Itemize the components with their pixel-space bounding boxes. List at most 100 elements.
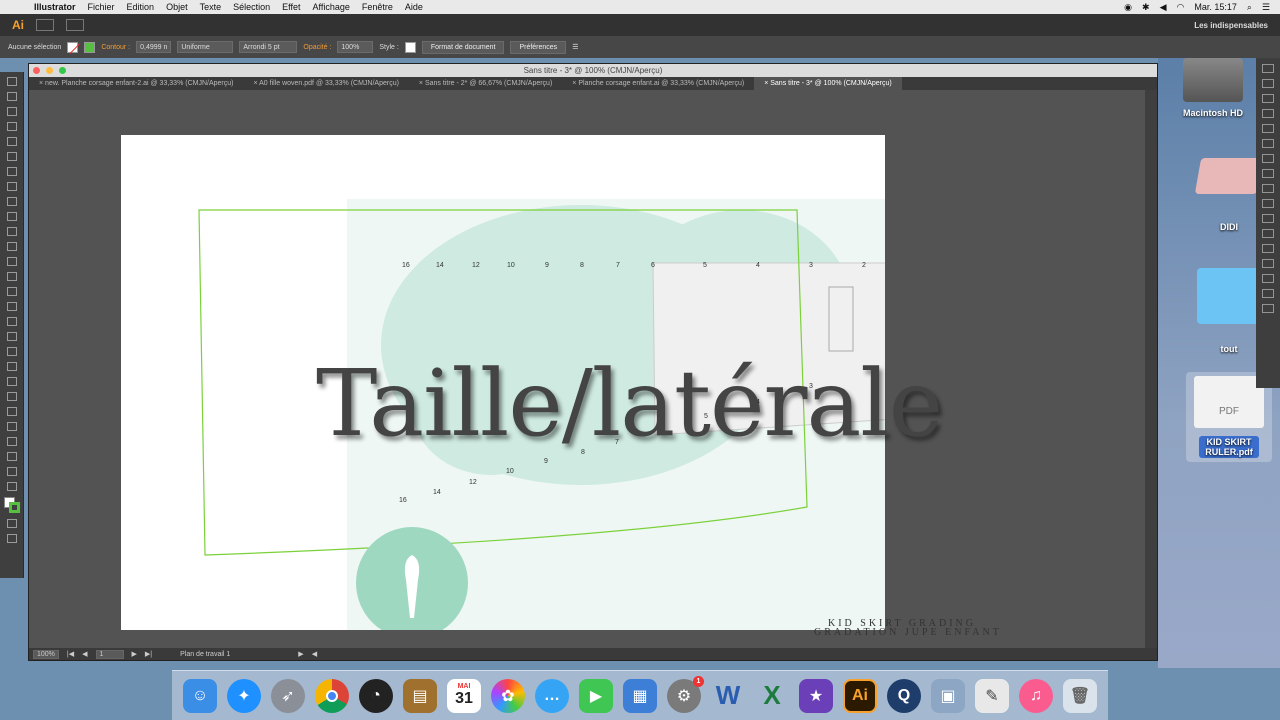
stroke-swatch-tool[interactable]	[8, 502, 20, 513]
appearance-icon[interactable]	[1262, 184, 1274, 193]
menu-list-icon[interactable]: ☰	[1262, 2, 1270, 13]
stroke-swatch[interactable]	[84, 41, 96, 53]
minimize-window-button[interactable]	[46, 67, 53, 74]
zoom-select[interactable]: 100%	[33, 649, 59, 659]
gradient-icon[interactable]	[1262, 154, 1274, 163]
drawing-modes-icon[interactable]	[6, 519, 17, 528]
next-artboard-icon[interactable]: ▶	[132, 650, 137, 658]
last-artboard-icon[interactable]: ▶|	[145, 650, 152, 658]
graph-tool-icon[interactable]	[6, 422, 17, 431]
zoom-tool-icon[interactable]	[6, 482, 17, 491]
vertical-scrollbar[interactable]	[1145, 90, 1157, 648]
status-arrow-icon[interactable]: ▶	[298, 650, 303, 658]
symbol-sprayer-tool-icon[interactable]	[6, 407, 17, 416]
dock-notes[interactable]: ▤	[403, 678, 437, 713]
pathfinder-icon[interactable]	[1262, 289, 1274, 298]
selection-tool-icon[interactable]	[6, 77, 17, 86]
first-artboard-icon[interactable]: |◀	[67, 650, 74, 658]
doc-tab[interactable]: × Planche corsage enfant.ai @ 33,33% (CM…	[562, 77, 754, 90]
layers-icon[interactable]	[1262, 214, 1274, 223]
width-tool-icon[interactable]	[6, 287, 17, 296]
shape-builder-tool-icon[interactable]	[6, 317, 17, 326]
artboard-tool-icon[interactable]	[6, 437, 17, 446]
dock-excel[interactable]: X	[755, 679, 789, 713]
search-icon[interactable]: ⌕	[1247, 2, 1252, 13]
contour-label[interactable]: Contour :	[101, 44, 130, 51]
doc-tab[interactable]: × A0 fille woven.pdf @ 33,33% (CMJN/Aper…	[243, 77, 408, 90]
lasso-tool-icon[interactable]	[6, 122, 17, 131]
dock-quicktime[interactable]: Q	[887, 678, 921, 713]
dock-preview[interactable]: ▣	[931, 678, 965, 713]
dock-launchpad[interactable]: ➶	[271, 678, 305, 713]
pen-tool-icon[interactable]	[6, 137, 17, 146]
menu-edition[interactable]: Edition	[121, 2, 161, 12]
menu-affichage[interactable]: Affichage	[306, 2, 355, 12]
mesh-tool-icon[interactable]	[6, 347, 17, 356]
panel-menu-icon[interactable]: ☰	[572, 43, 578, 51]
dock-illustrator[interactable]: Ai	[843, 678, 877, 713]
eyedropper-tool-icon[interactable]	[6, 377, 17, 386]
dock-photos[interactable]: ✿	[491, 678, 525, 713]
doc-tab[interactable]: × new. Planche corsage enfant-2.ai @ 33,…	[29, 77, 243, 90]
dock-textedit[interactable]: ✎	[975, 678, 1009, 713]
bridge-button[interactable]	[36, 19, 54, 31]
blob-brush-tool-icon[interactable]	[6, 227, 17, 236]
type-tool-icon[interactable]	[6, 152, 17, 161]
close-window-button[interactable]	[33, 67, 40, 74]
volume-icon[interactable]: ◀	[1160, 2, 1167, 13]
perspective-grid-tool-icon[interactable]	[6, 332, 17, 341]
opacity-field[interactable]: 100%	[337, 41, 374, 53]
dock-keynote[interactable]: ▦	[623, 678, 657, 713]
blend-tool-icon[interactable]	[6, 392, 17, 401]
dock-chrome[interactable]	[315, 678, 349, 713]
fill-swatch[interactable]	[67, 41, 79, 53]
screen-mode-icon[interactable]	[6, 534, 17, 543]
align-icon[interactable]	[1262, 274, 1274, 283]
artboard[interactable]: 16 14 12 10 9 8 7 6 5 4 3 2 16 14 12 10 …	[121, 135, 999, 638]
slice-tool-icon[interactable]	[6, 452, 17, 461]
dock-messages[interactable]: …	[535, 678, 569, 713]
wifi-icon[interactable]: ◠	[1176, 2, 1184, 13]
hand-tool-icon[interactable]	[6, 467, 17, 476]
paintbrush-tool-icon[interactable]	[6, 197, 17, 206]
menu-texte[interactable]: Texte	[194, 2, 228, 12]
dock-word[interactable]: W	[711, 679, 745, 713]
scroll-left-icon[interactable]: ◀	[312, 650, 317, 658]
paragraph-icon[interactable]	[1262, 259, 1274, 268]
menu-fenetre[interactable]: Fenêtre	[356, 2, 399, 12]
transform-icon[interactable]	[1262, 304, 1274, 313]
arrange-documents-button[interactable]	[66, 19, 84, 31]
scale-tool-icon[interactable]	[6, 272, 17, 281]
artwork-title[interactable]: Taille/latérale	[316, 350, 943, 457]
document-setup-button[interactable]: Format de document	[421, 40, 505, 54]
stroke-weight-field[interactable]: 0,4999 n	[136, 41, 172, 53]
clock[interactable]: Mar. 15:17	[1194, 2, 1237, 12]
zoom-window-button[interactable]	[59, 67, 66, 74]
stroke-panel-icon[interactable]	[1262, 139, 1274, 148]
desktop-item-macintosh-hd[interactable]: Macintosh HD	[1168, 58, 1258, 118]
brush-select[interactable]: Arrondi 5 pt	[239, 41, 298, 53]
brushes-icon[interactable]	[1262, 109, 1274, 118]
rotate-tool-icon[interactable]	[6, 257, 17, 266]
dock-imovie[interactable]: ★	[799, 678, 833, 713]
color-guide-icon[interactable]	[1262, 79, 1274, 88]
menu-aide[interactable]: Aide	[399, 2, 429, 12]
dock-trash[interactable]: 🗑	[1063, 678, 1097, 713]
color-panel-icon[interactable]	[1262, 64, 1274, 73]
transparency-icon[interactable]	[1262, 169, 1274, 178]
style-swatch[interactable]	[404, 41, 416, 53]
artboard-number[interactable]: 1	[95, 649, 124, 659]
prev-artboard-icon[interactable]: ◀	[82, 650, 87, 658]
character-icon[interactable]	[1262, 244, 1274, 253]
menu-fichier[interactable]: Fichier	[82, 2, 121, 12]
menu-selection[interactable]: Sélection	[227, 2, 276, 12]
artboards-icon[interactable]	[1262, 229, 1274, 238]
magic-wand-tool-icon[interactable]	[6, 107, 17, 116]
gradient-tool-icon[interactable]	[6, 362, 17, 371]
opacity-label[interactable]: Opacité :	[303, 44, 331, 51]
pencil-tool-icon[interactable]	[6, 212, 17, 221]
menu-illustrator[interactable]: Illustrator	[28, 2, 82, 12]
workspace-switcher[interactable]: Les indispensables	[1194, 21, 1268, 30]
direct-selection-tool-icon[interactable]	[6, 92, 17, 101]
swatches-icon[interactable]	[1262, 94, 1274, 103]
